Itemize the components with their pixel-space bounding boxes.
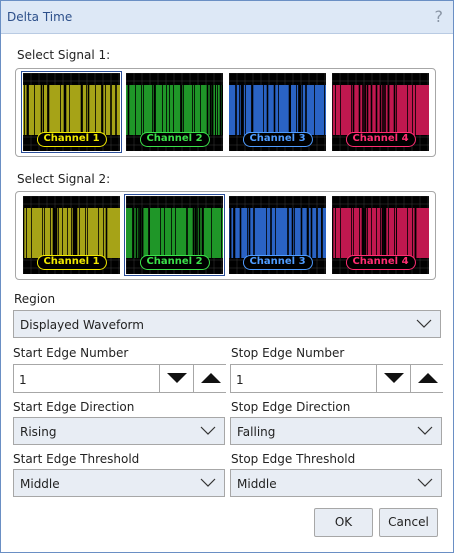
signal-2-channel-3[interactable]: Channel 3 (229, 196, 326, 274)
arrow-up-icon (201, 373, 221, 383)
signal-2-channel-1[interactable]: Channel 1 (23, 196, 120, 274)
help-icon[interactable]: ? (435, 7, 444, 26)
start-edge-increment-button[interactable] (193, 365, 227, 392)
title-bar: Delta Time ? (1, 1, 453, 34)
channel-badge: Channel 4 (345, 255, 416, 270)
channel-badge: Channel 2 (139, 255, 210, 270)
signal-1-channel-4[interactable]: Channel 4 (332, 73, 429, 151)
stop-edge-threshold-value: Middle (237, 477, 277, 491)
signal-2-channel-4[interactable]: Channel 4 (332, 196, 429, 274)
stop-edge-threshold-label: Stop Edge Threshold (231, 452, 356, 466)
start-edge-direction-label: Start Edge Direction (13, 400, 135, 414)
stop-edge-number-label: Stop Edge Number (231, 346, 345, 360)
region-label: Region (14, 292, 56, 306)
select-signal-1-label: Select Signal 1: (17, 48, 111, 62)
start-edge-direction-value: Rising (20, 425, 57, 439)
cancel-button[interactable]: Cancel (379, 508, 438, 537)
channel-badge: Channel 3 (242, 132, 313, 147)
signal-1-channel-1[interactable]: Channel 1 (21, 71, 122, 153)
start-edge-number-stepper[interactable]: 1 (13, 364, 227, 393)
channel-badge: Channel 3 (242, 255, 313, 270)
start-edge-threshold-value: Middle (20, 477, 60, 491)
start-edge-threshold-dropdown[interactable]: Middle (13, 469, 225, 497)
stop-edge-direction-dropdown[interactable]: Falling (230, 417, 442, 445)
stop-edge-number-stepper[interactable]: 1 (230, 364, 444, 393)
chevron-down-icon (200, 426, 216, 435)
signal-1-channel-2[interactable]: Channel 2 (126, 73, 223, 151)
arrow-up-icon (418, 373, 438, 383)
start-edge-decrement-button[interactable] (159, 365, 193, 392)
channel-badge: Channel 4 (345, 132, 416, 147)
start-edge-number-value[interactable]: 1 (19, 373, 27, 387)
ok-button[interactable]: OK (314, 508, 373, 537)
arrow-down-icon (167, 373, 187, 383)
channel-badge: Channel 1 (36, 255, 107, 270)
channel-badge: Channel 1 (36, 132, 107, 147)
chevron-down-icon (416, 319, 432, 328)
channel-badge: Channel 2 (139, 132, 210, 147)
stop-edge-increment-button[interactable] (410, 365, 444, 392)
delta-time-dialog: Delta Time ? Select Signal 1: Channel 1 … (0, 0, 454, 553)
signal-1-channel-3[interactable]: Channel 3 (229, 73, 326, 151)
chevron-down-icon (417, 478, 433, 487)
stop-edge-direction-value: Falling (237, 425, 276, 439)
region-value: Displayed Waveform (20, 318, 144, 332)
signal-2-selector: Channel 1 Channel 2 Channel 3 Channel 4 (15, 191, 436, 280)
stop-edge-threshold-dropdown[interactable]: Middle (230, 469, 442, 497)
signal-1-selector: Channel 1 Channel 2 Channel 3 Channel 4 (15, 68, 436, 157)
stop-edge-number-value[interactable]: 1 (236, 373, 244, 387)
signal-2-channel-2[interactable]: Channel 2 (124, 194, 225, 276)
stop-edge-decrement-button[interactable] (376, 365, 410, 392)
arrow-down-icon (384, 373, 404, 383)
chevron-down-icon (417, 426, 433, 435)
chevron-down-icon (200, 478, 216, 487)
start-edge-threshold-label: Start Edge Threshold (13, 452, 140, 466)
select-signal-2-label: Select Signal 2: (17, 172, 111, 186)
start-edge-number-label: Start Edge Number (13, 346, 129, 360)
dialog-title: Delta Time (7, 10, 73, 24)
stop-edge-direction-label: Stop Edge Direction (231, 400, 351, 414)
start-edge-direction-dropdown[interactable]: Rising (13, 417, 225, 445)
region-dropdown[interactable]: Displayed Waveform (13, 310, 441, 338)
